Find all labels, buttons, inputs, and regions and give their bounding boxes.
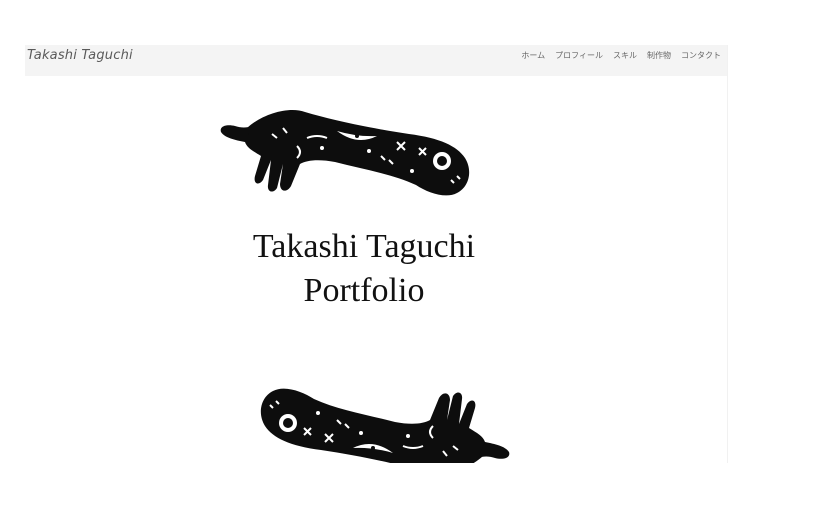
- hand-illustration-top-icon: [220, 109, 470, 196]
- nav-works[interactable]: 制作物: [647, 50, 671, 61]
- brand-link[interactable]: Takashi Taguchi: [27, 48, 133, 63]
- hero-title-line2: Portfolio: [303, 272, 425, 309]
- site-container: Takashi Taguchi ホーム プロフィール スキル 制作物 コンタクト: [25, 45, 727, 463]
- nav-profile[interactable]: プロフィール: [555, 50, 603, 61]
- nav-contact[interactable]: コンタクト: [681, 50, 721, 61]
- hero-illustration: [220, 109, 510, 463]
- content-border: [727, 45, 728, 463]
- nav-home[interactable]: ホーム: [521, 50, 545, 61]
- navbar: Takashi Taguchi ホーム プロフィール スキル 制作物 コンタクト: [25, 45, 727, 76]
- hero-banner: Takashi Taguchi Portfolio: [157, 76, 571, 463]
- page: Takashi Taguchi ホーム プロフィール スキル 制作物 コンタクト: [0, 0, 819, 511]
- nav-skills[interactable]: スキル: [613, 50, 637, 61]
- hero-title-line1: Takashi Taguchi: [252, 228, 476, 265]
- hand-illustration-bottom-icon: [260, 388, 510, 463]
- main-nav: ホーム プロフィール スキル 制作物 コンタクト: [521, 50, 721, 61]
